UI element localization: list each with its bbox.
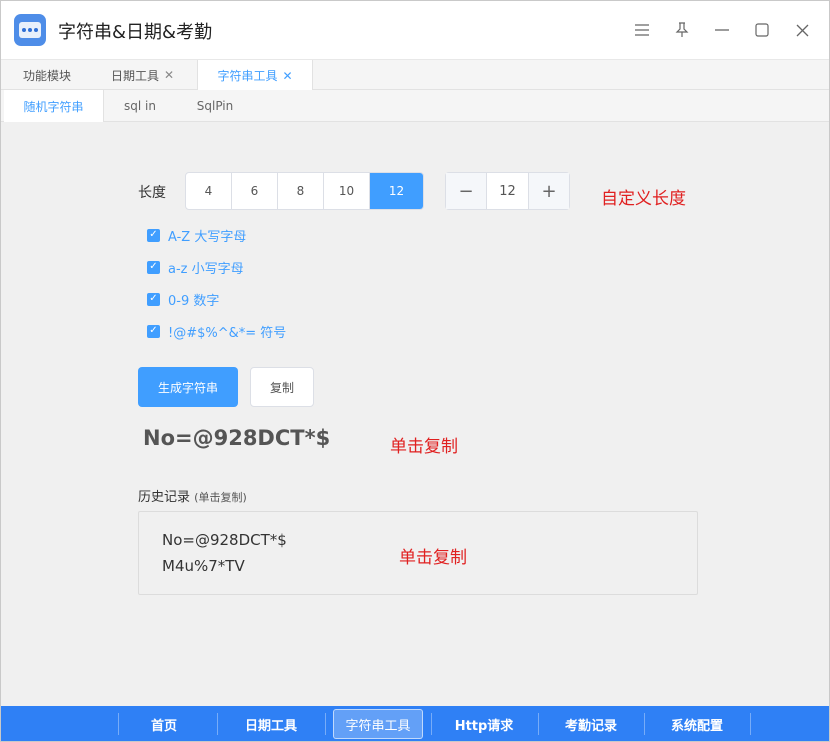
window-title: 字符串&日期&考勤 <box>58 22 213 43</box>
checkbox-label: A-Z 大写字母 <box>168 229 247 245</box>
checkbox-uppercase[interactable]: ✓ A-Z 大写字母 <box>147 226 247 245</box>
history-item[interactable]: No=@928DCT*$ <box>162 531 287 549</box>
length-options: 4 6 8 10 12 <box>185 172 424 210</box>
length-option-10[interactable]: 10 <box>324 173 370 209</box>
nav-divider <box>538 713 539 735</box>
tab-label: 功能模块 <box>23 68 72 83</box>
main-tab-bar: 功能模块 日期工具 ✕ 字符串工具 ✕ <box>1 59 829 91</box>
nav-divider <box>217 713 218 735</box>
app-logo-icon <box>14 14 46 46</box>
generated-string[interactable]: No=@928DCT*$ <box>143 426 330 450</box>
checkbox-lowercase[interactable]: ✓ a-z 小写字母 <box>147 258 244 277</box>
history-title-text: 历史记录 <box>138 490 191 505</box>
minus-icon[interactable]: − <box>446 173 487 209</box>
app-window: 字符串&日期&考勤 功能模块 日期工具 ✕ 字符串工具 ✕ 随机字符串 sql … <box>0 0 830 742</box>
length-option-8[interactable]: 8 <box>278 173 324 209</box>
checkbox-label: !@#$%^&*= 符号 <box>168 325 287 341</box>
nav-divider <box>325 713 326 735</box>
bottom-nav-bar: 首页 日期工具 字符串工具 Http请求 考勤记录 系统配置 <box>1 706 829 741</box>
tab-date-tools[interactable]: 日期工具 ✕ <box>111 60 174 90</box>
length-stepper-input[interactable]: 12 <box>487 173 528 209</box>
history-hint: (单击复制) <box>194 491 247 504</box>
tab-close-icon[interactable]: ✕ <box>282 69 292 83</box>
plus-icon[interactable]: + <box>528 173 569 209</box>
nav-home[interactable]: 首页 <box>119 706 209 741</box>
checkbox-symbols[interactable]: ✓ !@#$%^&*= 符号 <box>147 322 287 341</box>
tab-string-tools[interactable]: 字符串工具 ✕ <box>197 60 313 91</box>
tab-modules[interactable]: 功能模块 <box>23 60 71 90</box>
checkbox-digits[interactable]: ✓ 0-9 数字 <box>147 290 220 309</box>
checkbox-label: 0-9 数字 <box>168 293 220 309</box>
subtab-sql-in[interactable]: sql in <box>104 90 176 122</box>
history-list: No=@928DCT*$ M4u%7*TV 单击复制 <box>138 511 698 595</box>
length-option-4[interactable]: 4 <box>186 173 232 209</box>
nav-attendance[interactable]: 考勤记录 <box>546 706 636 741</box>
nav-http-request[interactable]: Http请求 <box>439 706 529 741</box>
length-label: 长度 <box>138 185 166 201</box>
length-option-12[interactable]: 12 <box>370 173 423 209</box>
length-stepper: − 12 + <box>445 172 570 210</box>
copy-button[interactable]: 复制 <box>250 367 314 407</box>
minimize-icon[interactable] <box>712 20 732 40</box>
history-click-copy-annotation: 单击复制 <box>399 548 467 568</box>
tab-close-icon[interactable]: ✕ <box>164 68 174 82</box>
nav-settings[interactable]: 系统配置 <box>652 706 742 741</box>
tab-label: 日期工具 <box>111 68 160 83</box>
title-bar: 字符串&日期&考勤 <box>1 1 829 59</box>
checkbox-checked-icon: ✓ <box>147 324 160 338</box>
checkbox-checked-icon: ✓ <box>147 292 160 306</box>
maximize-icon[interactable] <box>752 20 772 40</box>
checkbox-checked-icon: ✓ <box>147 260 160 274</box>
tab-label: 字符串工具 <box>217 69 278 83</box>
click-copy-annotation: 单击复制 <box>390 437 458 457</box>
nav-date-tools[interactable]: 日期工具 <box>225 706 317 741</box>
subtab-random-string[interactable]: 随机字符串 <box>4 90 104 122</box>
close-icon[interactable] <box>792 20 812 40</box>
checkbox-checked-icon: ✓ <box>147 228 160 242</box>
nav-divider <box>750 713 751 735</box>
length-option-6[interactable]: 6 <box>232 173 278 209</box>
subtab-sqlpin[interactable]: SqlPin <box>176 90 254 122</box>
history-title: 历史记录 (单击复制) <box>138 486 247 505</box>
nav-string-tools[interactable]: 字符串工具 <box>333 709 423 739</box>
nav-divider <box>431 713 432 735</box>
pin-icon[interactable] <box>672 20 692 40</box>
menu-icon[interactable] <box>632 20 652 40</box>
history-item[interactable]: M4u%7*TV <box>162 557 245 575</box>
nav-divider <box>644 713 645 735</box>
custom-length-annotation: 自定义长度 <box>601 189 686 209</box>
generate-string-button[interactable]: 生成字符串 <box>138 367 238 407</box>
checkbox-label: a-z 小写字母 <box>168 261 244 277</box>
sub-tab-bar: 随机字符串 sql in SqlPin <box>1 90 829 122</box>
